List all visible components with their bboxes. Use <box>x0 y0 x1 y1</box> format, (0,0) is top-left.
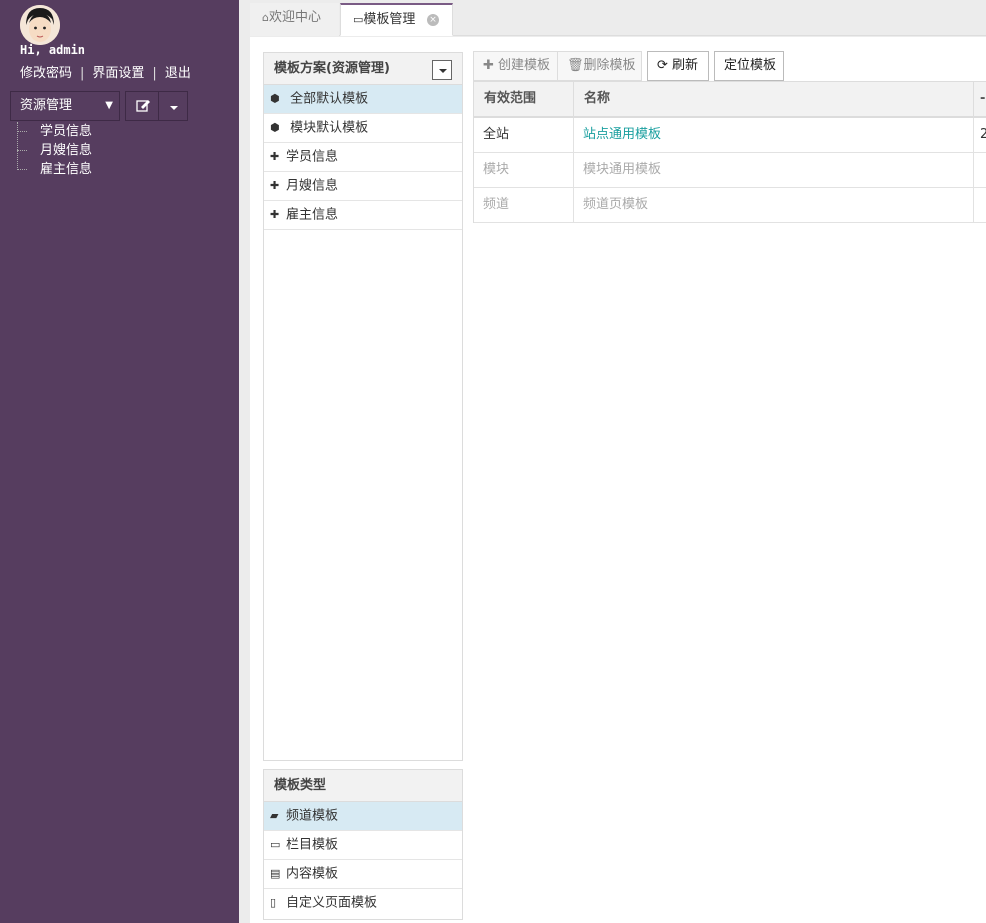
caret-down-icon: ▼ <box>105 100 113 111</box>
greeting: Hi, admin <box>20 43 86 57</box>
cell-scope: 模块 <box>474 153 574 188</box>
logout-link[interactable]: 退出 <box>165 66 191 81</box>
list-item-label: 频道模板 <box>286 808 339 824</box>
tab-label: 欢迎中心 <box>268 10 321 25</box>
sidebar: Hi, admin 修改密码 | 界面设置 | 退出 资源管理 ▼ 学员信息 月嫂信息 … <box>0 0 239 923</box>
scheme-panel: 模板方案(资源管理) ⬢ 全部默认模板 ⬢ 模块默认模板 ✚ 学员信息 ✚ 月嫂信息… <box>263 52 463 761</box>
cell-extra <box>974 188 986 223</box>
table-row[interactable]: 频道 频道页模板 <box>474 188 986 223</box>
file-text-icon: ▤ <box>270 867 281 880</box>
trash-icon: 🗑 <box>567 58 584 73</box>
column-header-scope[interactable]: 有效范围 <box>474 82 574 117</box>
tree-item-nannies[interactable]: 月嫂信息 <box>17 141 92 160</box>
list-item-label: 模块默认模板 <box>290 120 369 136</box>
list-item[interactable]: ▤ 内容模板 <box>264 860 462 889</box>
book-icon: ▰ <box>270 809 279 822</box>
puzzle-icon: ✚ <box>270 179 280 192</box>
ui-settings-link[interactable]: 界面设置 <box>92 66 144 81</box>
locate-template-button[interactable]: 定位模板 <box>714 51 784 81</box>
cell-scope: 频道 <box>474 188 574 223</box>
panel-title: 模板类型 <box>274 778 327 793</box>
panel-header: 模板类型 <box>264 770 462 802</box>
home-icon: ⌂ <box>262 11 269 24</box>
type-panel: 模板类型 ▰ 频道模板 ▭ 栏目模板 ▤ 内容模板 ▯ 自定义页面模板 <box>263 769 463 920</box>
dept-select[interactable]: 资源管理 ▼ <box>10 91 120 121</box>
delete-template-button[interactable]: 🗑删除模板 <box>557 51 642 81</box>
avatar[interactable] <box>20 5 60 45</box>
file-icon: ▯ <box>270 896 277 909</box>
cell-name: 频道页模板 <box>574 188 974 223</box>
laptop-icon: ▭ <box>353 13 364 26</box>
panel-title: 模板方案(资源管理) <box>274 61 390 76</box>
button-label: 创建模板 <box>498 58 551 73</box>
tab-welcome[interactable]: ⌂欢迎中心 <box>250 3 339 36</box>
button-label: 刷新 <box>672 58 699 73</box>
list-item[interactable]: ▯ 自定义页面模板 <box>264 889 462 918</box>
panel-header: 模板方案(资源管理) <box>264 53 462 85</box>
list-item-label: 雇主信息 <box>286 207 339 223</box>
cell-extra: 2 <box>980 127 986 142</box>
cell-name: 模块通用模板 <box>574 153 974 188</box>
edit-icon <box>136 100 150 112</box>
template-grid: 有效范围 名称 - 全站 站点通用模板 2 模块 模块通用模板 频道 频道页模板 <box>473 81 986 223</box>
list-item[interactable]: ✚ 月嫂信息 <box>264 172 462 201</box>
list-item-label: 栏目模板 <box>286 837 339 853</box>
user-links: 修改密码 | 界面设置 | 退出 <box>20 62 191 81</box>
table-row[interactable]: 模块 模块通用模板 <box>474 153 986 188</box>
create-template-button[interactable]: ✚ 创建模板 <box>473 51 558 81</box>
tree-item-employers[interactable]: 雇主信息 <box>17 160 92 179</box>
cell-extra <box>974 153 986 188</box>
list-item[interactable]: ▰ 频道模板 <box>264 802 462 831</box>
list-item-label: 内容模板 <box>286 866 339 882</box>
caret-down-icon <box>170 106 178 110</box>
plus-icon: ✚ <box>483 58 499 73</box>
dept-select-value: 资源管理 <box>20 98 73 113</box>
puzzle-icon: ✚ <box>270 150 280 163</box>
separator: | <box>152 66 157 81</box>
list-item-label: 月嫂信息 <box>286 178 339 194</box>
resource-tree: 学员信息 月嫂信息 雇主信息 <box>17 122 92 179</box>
cube-icon: ⬢ <box>270 121 280 134</box>
separator: | <box>80 66 85 81</box>
edit-button[interactable] <box>125 91 159 121</box>
caret-down-icon <box>439 69 447 73</box>
list-item[interactable]: ▭ 栏目模板 <box>264 831 462 860</box>
list-item[interactable]: ✚ 雇主信息 <box>264 201 462 230</box>
tab-label: 模板管理 <box>363 12 416 27</box>
button-label: 删除模板 <box>583 58 636 73</box>
puzzle-icon: ✚ <box>270 208 280 221</box>
folder-icon: ▭ <box>270 838 281 851</box>
edit-dropdown-button[interactable] <box>158 91 188 121</box>
list-item-label: 学员信息 <box>286 149 339 165</box>
grid-header: 有效范围 名称 - <box>474 81 986 118</box>
tree-item-students[interactable]: 学员信息 <box>17 122 92 141</box>
cell-scope: 全站 <box>474 118 574 153</box>
cube-icon: ⬢ <box>270 92 280 105</box>
avatar-image <box>20 5 60 45</box>
template-link[interactable]: 站点通用模板 <box>583 127 661 142</box>
tab-template-manage[interactable]: ▭模板管理 × <box>340 3 453 36</box>
refresh-icon: ⟳ <box>657 58 673 73</box>
close-icon[interactable]: × <box>427 14 439 26</box>
list-item-label: 自定义页面模板 <box>286 895 378 911</box>
refresh-button[interactable]: ⟳ 刷新 <box>647 51 709 81</box>
column-header-name[interactable]: 名称 <box>574 82 974 117</box>
cell-name: 站点通用模板 <box>574 118 974 153</box>
table-row[interactable]: 全站 站点通用模板 2 <box>474 118 986 153</box>
scheme-dropdown-button[interactable] <box>432 60 452 80</box>
column-header-extra[interactable]: - <box>974 82 986 117</box>
change-password-link[interactable]: 修改密码 <box>20 66 72 81</box>
list-item-label: 全部默认模板 <box>290 91 369 107</box>
button-label: 定位模板 <box>724 58 777 73</box>
list-item[interactable]: ⬢ 模块默认模板 <box>264 114 462 143</box>
list-item[interactable]: ✚ 学员信息 <box>264 143 462 172</box>
list-item[interactable]: ⬢ 全部默认模板 <box>264 85 462 114</box>
